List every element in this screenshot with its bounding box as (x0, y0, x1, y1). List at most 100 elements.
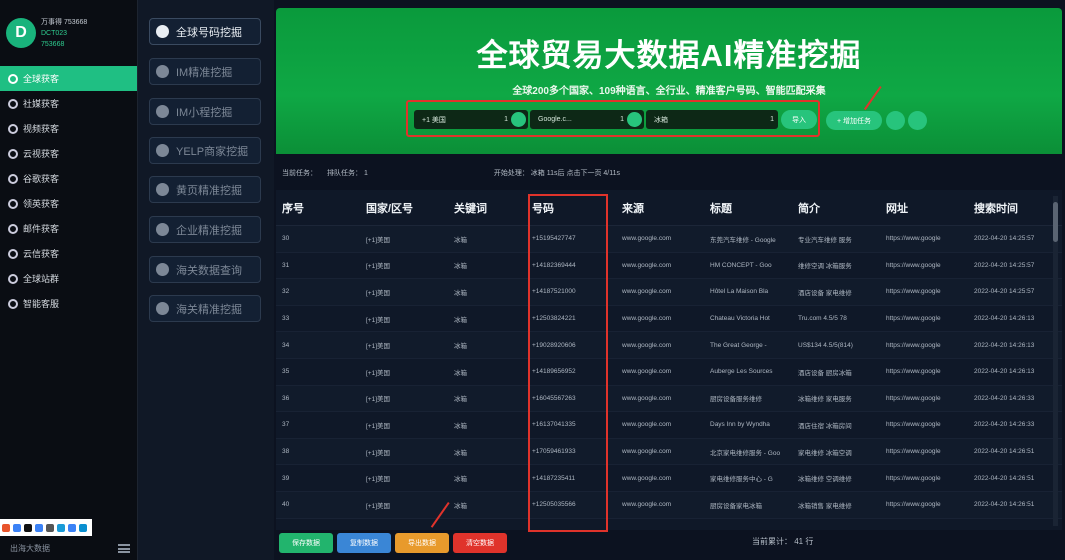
table-cell: 冰箱 (454, 396, 467, 404)
tray-icon[interactable] (24, 523, 32, 532)
keyword-count: 1 (770, 116, 774, 123)
table-cell: 33 (282, 315, 290, 323)
menu-item-icon (8, 173, 18, 184)
table-row[interactable]: 30 [+1]美国 冰箱 +15195427747 www.google.com 东莞汽车… (276, 226, 1062, 253)
table-cell: www.google.com (622, 421, 672, 429)
import-button[interactable]: 导入 (781, 110, 817, 129)
sidebar-item[interactable]: 邮件获客 (0, 216, 137, 241)
table-cell: 冰箱 (454, 449, 467, 457)
table-cell: 东莞汽车维修 - Google (710, 236, 776, 244)
tray-icon[interactable] (46, 523, 54, 532)
menu-item-icon (8, 198, 18, 209)
tool-button[interactable]: IM小程挖掘 (149, 98, 261, 125)
sidebar-item[interactable]: 谷歌获客 (0, 166, 137, 191)
sidebar-item-label: 全球站群 (23, 274, 60, 284)
menu-item-icon (8, 248, 18, 259)
chevron-down-icon[interactable] (511, 112, 526, 127)
table-cell: 冰箱销售 家电维修 (798, 502, 852, 510)
refresh-icon[interactable] (908, 111, 927, 130)
table-row[interactable]: 36 [+1]美国 冰箱 +16045567263 www.google.com 厨房设备… (276, 385, 1062, 413)
table-cell: [+1]美国 (366, 343, 391, 351)
table-row[interactable]: 34 [+1]美国 冰箱 +19028920606 www.google.com The … (276, 332, 1062, 359)
sidebar-item-label: 邮件获客 (23, 224, 60, 234)
column-header[interactable]: 关键词 (450, 200, 528, 216)
table-cell: 2022-04-20 14:26:51 (974, 448, 1035, 456)
table-cell: 冰箱 (454, 476, 467, 484)
chevron-down-icon[interactable] (627, 112, 642, 127)
sidebar-item-label: 领英获客 (23, 199, 60, 209)
table-scrollbar[interactable] (1053, 196, 1058, 526)
menu-item-icon (8, 298, 18, 309)
menu-item-icon (8, 148, 18, 159)
table-row[interactable]: 33 [+1]美国 冰箱 +12503824221 www.google.com Chat… (276, 306, 1062, 333)
tool-button[interactable]: 海关精准挖掘 (149, 295, 261, 322)
sidebar-item-label: 视频获客 (23, 124, 60, 134)
table-row[interactable]: 40 [+1]美国 冰箱 +12505035566 www.google.com 厨房设备… (276, 491, 1062, 519)
table-cell: 冰箱 (454, 422, 467, 430)
table-cell: https://www.google (886, 288, 941, 296)
sidebar-item[interactable]: 视频获客 (0, 116, 137, 141)
tray-icon[interactable] (13, 523, 21, 532)
sidebar-item[interactable]: 智能客服 (0, 291, 137, 316)
table-cell: 2022-04-20 14:26:51 (974, 501, 1035, 509)
tool-button[interactable]: 全球号码挖掘 (149, 18, 261, 45)
column-header[interactable]: 序号 (276, 200, 362, 216)
table-cell: [+1]美国 (366, 263, 391, 271)
keyword-input[interactable]: 冰箱 1 (646, 110, 778, 129)
table-row[interactable]: 31 [+1]美国 冰箱 +14182369444 www.google.com HM C… (276, 253, 1062, 280)
table-cell: www.google.com (622, 315, 672, 323)
table-cell: [+1]美国 (366, 369, 391, 377)
app-window: D 万事得 753668 DCT023 753668 全球获客 社媒获客 视频获客云… (0, 0, 1065, 560)
table-row[interactable]: 38 [+1]美国 冰箱 +17059461933 www.google.com 北京家电… (276, 438, 1062, 466)
column-header[interactable]: 来源 (618, 200, 706, 216)
table-row[interactable]: 32 [+1]美国 冰箱 +14187521000 www.google.com Hôte… (276, 279, 1062, 306)
sidebar-menu: 全球获客 社媒获客视频获客云视获客 谷歌获客领英获客邮件获客云信获客全球站群智能客服 (0, 66, 137, 316)
table-row[interactable]: 35 [+1]美国 冰箱 +14189656952 www.google.com Aube… (276, 359, 1062, 386)
table-row[interactable]: 37 [+1]美国 冰箱 +16137041335 www.google.com Days… (276, 412, 1062, 439)
table-cell: 冰箱 (454, 289, 467, 297)
menu-icon[interactable] (118, 544, 130, 553)
settings-icon[interactable] (886, 111, 905, 130)
table-header: 序号 国家/区号 关键词 号码 来源 标题 简介 网址 搜索时间 (276, 190, 1062, 226)
tool-button[interactable]: YELP商家挖掘 (149, 137, 261, 164)
banner-title: 全球贸易大数据AI精准挖掘 (476, 38, 862, 73)
tray-icon[interactable] (2, 523, 10, 532)
column-header[interactable]: 搜索时间 (970, 200, 1052, 216)
column-header[interactable]: 简介 (794, 200, 882, 216)
copy-data-button[interactable]: 复制数据 (337, 533, 391, 553)
export-data-button[interactable]: 导出数据 (395, 533, 449, 553)
clear-data-button[interactable]: 清空数据 (453, 533, 507, 553)
table-cell: www.google.com (622, 261, 672, 269)
profile-name: 万事得 753668 (41, 18, 88, 26)
sidebar-item[interactable]: 全球获客 (0, 66, 137, 91)
column-header[interactable]: 网址 (882, 200, 970, 216)
column-header[interactable]: 国家/区号 (362, 200, 450, 216)
sidebar-item[interactable]: 领英获客 (0, 191, 137, 216)
tool-button-label: YELP商家挖掘 (176, 145, 249, 158)
column-header[interactable]: 标题 (706, 200, 794, 216)
tray-icon[interactable] (35, 523, 43, 532)
sidebar-item[interactable]: 全球站群 (0, 266, 137, 291)
country-select[interactable]: +1 美国 1 (414, 110, 528, 129)
engine-select[interactable]: Google.c... 1 (530, 110, 644, 129)
table-cell: www.google.com (622, 448, 672, 456)
save-data-button[interactable]: 保存数据 (279, 533, 333, 553)
menu-item-icon (8, 223, 18, 234)
sidebar-item[interactable]: 云视获客 (0, 141, 137, 166)
tool-button[interactable]: 海关数据查询 (149, 256, 261, 283)
table-row[interactable]: 39 [+1]美国 冰箱 +14187235411 www.google.com 家电维修… (276, 465, 1062, 492)
sidebar-item[interactable]: 云信获客 (0, 241, 137, 266)
scrollbar-thumb[interactable] (1053, 202, 1058, 242)
tray-icon[interactable] (57, 523, 65, 532)
app-logo-icon: D (6, 18, 36, 48)
table-cell: 39 (282, 474, 290, 482)
add-task-button[interactable]: + 增加任务 (826, 111, 882, 130)
tool-button[interactable]: 企业精准挖掘 (149, 216, 261, 243)
tray-icon[interactable] (79, 523, 87, 532)
tray-icon[interactable] (68, 523, 76, 532)
im-mini-icon (156, 105, 169, 118)
tool-button[interactable]: 黄页精准挖掘 (149, 176, 261, 203)
tool-button[interactable]: IM精准挖掘 (149, 58, 261, 85)
sidebar-item[interactable]: 社媒获客 (0, 91, 137, 116)
table-cell: 2022-04-20 14:26:33 (974, 394, 1035, 402)
